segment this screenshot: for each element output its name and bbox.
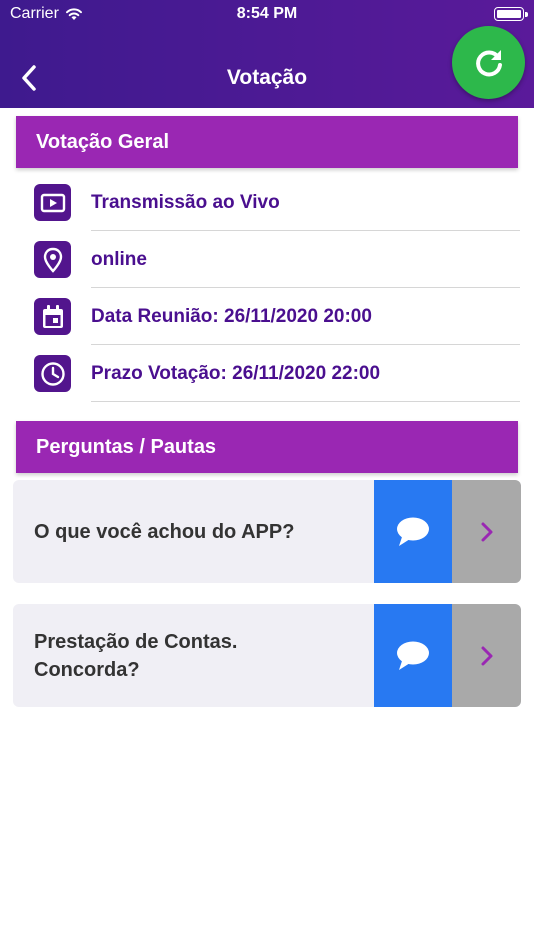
section-header-perguntas-pautas: Perguntas / Pautas (16, 421, 518, 473)
info-text: Prazo Votação: 26/11/2020 22:00 (91, 362, 381, 384)
open-question-button[interactable] (452, 480, 521, 583)
speech-bubble-icon (397, 641, 429, 670)
refresh-icon (475, 49, 502, 76)
chevron-right-icon (481, 522, 492, 541)
open-question-button[interactable] (452, 604, 521, 707)
comment-button[interactable] (374, 480, 452, 583)
info-row-location[interactable]: online (0, 231, 534, 288)
info-text: online (91, 248, 147, 270)
speech-bubble-icon (397, 517, 429, 546)
question-card[interactable]: O que você achou do APP? (13, 480, 521, 583)
question-card[interactable]: Prestação de Contas. Concorda? (13, 604, 521, 707)
calendar-icon (34, 298, 71, 335)
chevron-right-icon (481, 646, 492, 665)
location-pin-icon (34, 241, 71, 278)
clock-icon (34, 355, 71, 392)
section-header-votacao-geral: Votação Geral (16, 116, 518, 168)
info-text: Transmissão ao Vivo (91, 191, 280, 213)
comment-button[interactable] (374, 604, 452, 707)
question-text: O que você achou do APP? (34, 520, 295, 543)
status-bar: Carrier 8:54 PM (0, 0, 534, 28)
info-row-voting-deadline: Prazo Votação: 26/11/2020 22:00 (0, 345, 534, 402)
divider (91, 401, 520, 402)
battery-icon (494, 7, 528, 21)
refresh-button[interactable] (452, 26, 525, 99)
info-row-transmission[interactable]: Transmissão ao Vivo (0, 174, 534, 231)
question-text: Prestação de Contas. Concorda? (34, 630, 238, 681)
status-time: 8:54 PM (236, 5, 298, 22)
info-text: Data Reunião: 26/11/2020 20:00 (91, 305, 372, 327)
info-row-meeting-date: Data Reunião: 26/11/2020 20:00 (0, 288, 534, 345)
video-icon (34, 184, 71, 221)
